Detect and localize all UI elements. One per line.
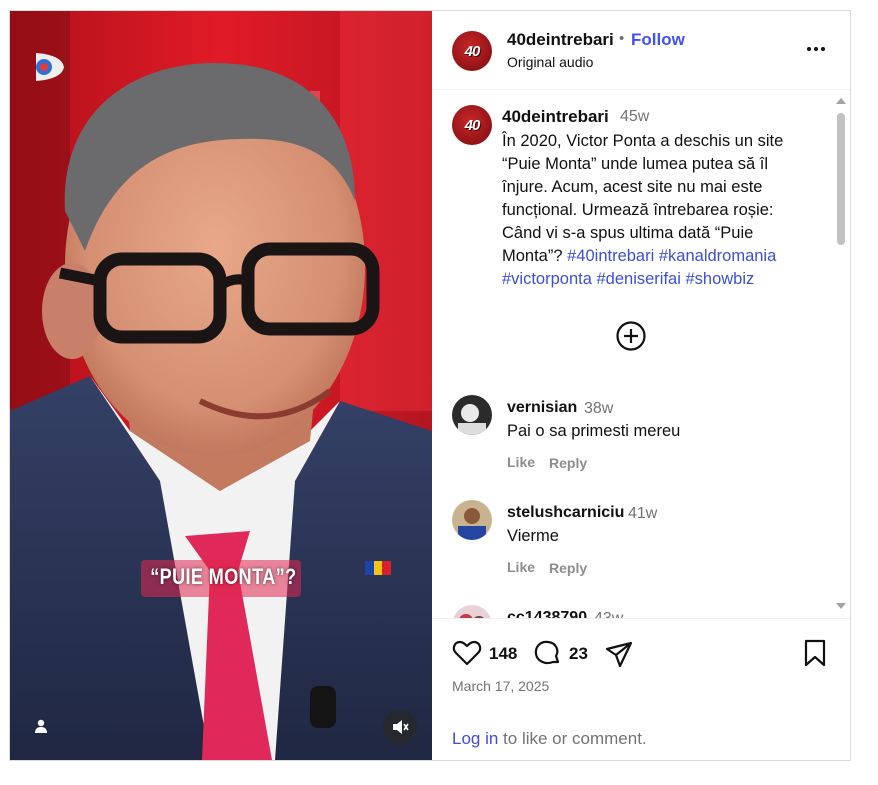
avatar-text: 40 (464, 116, 481, 134)
avatar-text: 40 (464, 42, 481, 60)
caption-line: înjure. Acum, acest site nu mai este (502, 178, 763, 196)
video-frame (10, 11, 432, 760)
login-prompt-text: to like or comment. (498, 729, 647, 748)
comment-username[interactable]: vernisian (507, 399, 577, 417)
avatar-image (452, 395, 492, 435)
mute-icon (393, 720, 409, 734)
heart-icon[interactable] (452, 638, 482, 668)
comment-text: Pai o sa primesti mereu (507, 422, 681, 440)
post-actions: 148 23 March 17, 2025 Log in to like or … (432, 618, 850, 760)
follow-button[interactable]: Follow (631, 30, 685, 50)
caption-username[interactable]: 40deintrebari (502, 107, 609, 127)
comment-timestamp: 38w (584, 400, 614, 417)
hashtag-link[interactable]: #victorponta (502, 270, 592, 288)
caption-line: În 2020, Victor Ponta a deschis un site (502, 132, 784, 150)
comment-reply-button[interactable]: Reply (549, 455, 587, 471)
caption-line: Când vi s-a spus ultima dată “Puie (502, 224, 754, 242)
comment-reply-button[interactable]: Reply (549, 560, 587, 576)
post-header: 40 40deintrebari • Follow Original audio (432, 11, 850, 90)
comment-username[interactable]: stelushcarniciu (507, 504, 624, 522)
share-icon[interactable] (604, 639, 634, 669)
post-card: “PUIE MONTA”? 40 40deintrebari • Follow … (9, 10, 851, 761)
scroll-down-arrow-icon[interactable] (836, 603, 846, 609)
comment-text: Vierme (507, 527, 559, 545)
post-sidebar: 40 40deintrebari • Follow Original audio… (432, 11, 850, 760)
caption-line-end: Monta”? (502, 247, 563, 265)
author-avatar[interactable]: 40 (452, 31, 492, 71)
hashtag-link[interactable]: #40intrebari (567, 247, 654, 265)
avatar-image (452, 605, 492, 618)
separator-dot: • (619, 30, 625, 47)
comment-item: cc1438790 43w (432, 605, 832, 618)
comment-username[interactable]: cc1438790 (507, 609, 587, 618)
avatar-image (452, 500, 492, 540)
post-date[interactable]: March 17, 2025 (452, 678, 549, 694)
commenter-avatar[interactable] (452, 605, 492, 618)
login-link[interactable]: Log in (452, 729, 498, 748)
tagged-user-button[interactable] (26, 711, 56, 741)
caption-line: “Puie Monta” unde lumea putea să îl (502, 155, 768, 173)
hashtag-link[interactable]: #kanaldromania (659, 247, 776, 265)
caption-line: Monta”? #40intrebari #kanaldromania (502, 245, 822, 268)
scroll-up-arrow-icon[interactable] (836, 98, 846, 104)
user-tag-icon (35, 719, 47, 733)
channel-logo-icon (36, 53, 64, 81)
likes-count[interactable]: 148 (489, 644, 517, 664)
comment-like-button[interactable]: Like (507, 454, 535, 470)
caption-line: #victorponta #deniserifai #showbiz (502, 268, 822, 291)
bookmark-icon[interactable] (800, 638, 830, 668)
comments-count[interactable]: 23 (569, 644, 588, 664)
comment-item: vernisian 38w Pai o sa primesti mereu Li… (432, 395, 832, 495)
comment-item: stelushcarniciu 41w Vierme Like Reply (432, 500, 832, 600)
comments-scroll-area[interactable]: 40 40deintrebari 45w În 2020, Victor Pon… (432, 91, 850, 618)
caption-text: În 2020, Victor Ponta a deschis un site … (502, 130, 822, 291)
mute-button[interactable] (383, 710, 417, 744)
video-overlay-caption: “PUIE MONTA”? (150, 564, 297, 589)
caption-line: funcțional. Urmează întrebarea roșie: (502, 201, 774, 219)
commenter-avatar[interactable] (452, 500, 492, 540)
comment-timestamp: 41w (628, 505, 658, 522)
caption-author-avatar[interactable]: 40 (452, 105, 492, 145)
comment-timestamp: 43w (594, 610, 623, 618)
more-options-icon[interactable] (804, 37, 828, 61)
login-prompt: Log in to like or comment. (452, 729, 647, 749)
comment-icon[interactable] (532, 638, 562, 668)
hashtag-link[interactable]: #deniserifai (596, 270, 680, 288)
caption-timestamp[interactable]: 45w (620, 108, 649, 126)
commenter-avatar[interactable] (452, 395, 492, 435)
scrollbar-thumb[interactable] (837, 113, 845, 245)
video-player[interactable]: “PUIE MONTA”? (10, 11, 432, 760)
comment-like-button[interactable]: Like (507, 559, 535, 575)
audio-label[interactable]: Original audio (507, 54, 593, 70)
author-username[interactable]: 40deintrebari (507, 30, 614, 50)
load-more-comments-icon[interactable] (615, 320, 647, 352)
hashtag-link[interactable]: #showbiz (685, 270, 754, 288)
